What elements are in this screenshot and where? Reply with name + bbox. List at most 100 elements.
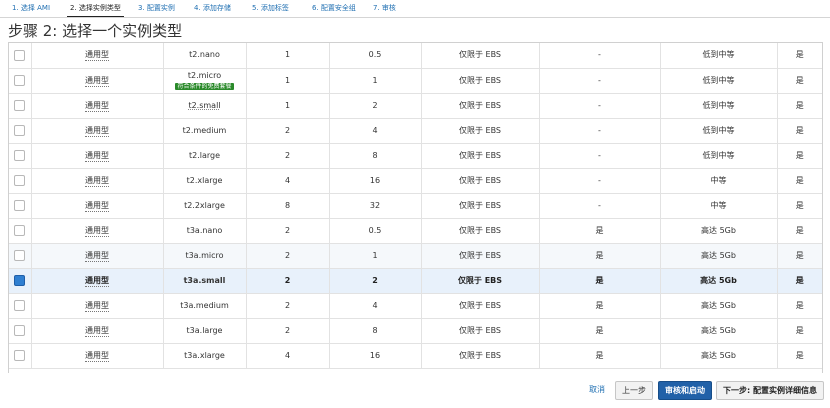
instance-storage: 仅限于 EBS: [458, 225, 502, 235]
table-row[interactable]: 通用型 t3a.medium 2 4 仅限于 EBS 是 高达 5Gb 是: [9, 293, 822, 319]
table-row[interactable]: 通用型 t3a.small 2 2 仅限于 EBS 是 高达 5Gb 是: [9, 268, 822, 294]
step-configure-security-group[interactable]: 6. 配置安全组: [312, 4, 356, 12]
instance-type: t2.xlarge: [186, 175, 223, 185]
table-row[interactable]: 通用型 t2.micro 符合条件的免费套餐 1 1 仅限于 EBS - 低到中等 是: [9, 68, 822, 94]
network-performance: 低到中等: [702, 150, 735, 160]
memory-gib: 2: [372, 100, 378, 110]
row-select-checkbox[interactable]: [14, 325, 26, 336]
ipv6-support: 是: [795, 125, 804, 135]
page-title: 步骤 2: 选择一个实例类型: [8, 22, 183, 40]
wizard-steps-nav: 1. 选择 AMI 2. 选择实例类型 3. 配置实例 4. 添加存储 5. 添…: [0, 0, 830, 18]
memory-gib: 16: [369, 175, 381, 185]
ebs-optimized: -: [598, 200, 601, 210]
vcpu-count: 2: [284, 250, 291, 260]
instance-storage: 仅限于 EBS: [458, 350, 502, 360]
instance-storage: 仅限于 EBS: [458, 175, 502, 185]
vcpu-count: 2: [284, 150, 291, 160]
instance-family: 通用型: [85, 225, 109, 237]
ipv6-support: 是: [795, 75, 804, 85]
network-performance: 中等: [710, 200, 727, 210]
step-choose-instance-type[interactable]: 2. 选择实例类型: [67, 4, 124, 17]
ipv6-support: 是: [795, 175, 804, 185]
row-select-checkbox[interactable]: [14, 75, 26, 86]
row-select-checkbox[interactable]: [14, 225, 26, 236]
previous-button[interactable]: 上一步: [615, 381, 653, 400]
network-performance: 高达 5Gb: [701, 250, 736, 260]
row-select-checkbox[interactable]: [14, 150, 26, 161]
instance-storage: 仅限于 EBS: [458, 50, 502, 60]
row-select-checkbox[interactable]: [14, 275, 26, 286]
ebs-optimized: 是: [595, 325, 604, 335]
row-select-checkbox[interactable]: [14, 300, 26, 311]
ebs-optimized: -: [598, 150, 601, 160]
instance-type: t3a.nano: [186, 225, 223, 235]
table-row[interactable]: 通用型 t2.large 2 8 仅限于 EBS - 低到中等 是: [9, 143, 822, 169]
memory-gib: 8: [372, 325, 378, 335]
ipv6-support: 是: [795, 250, 804, 260]
table-row[interactable]: 通用型 t2.xlarge 4 16 仅限于 EBS - 中等 是: [9, 168, 822, 194]
memory-gib: 8: [372, 150, 378, 160]
instance-storage: 仅限于 EBS: [458, 125, 502, 135]
row-select-checkbox[interactable]: [14, 125, 26, 136]
instance-family: 通用型: [85, 125, 109, 137]
instance-family: 通用型: [85, 100, 109, 112]
instance-family: 通用型: [85, 50, 109, 62]
instance-type: t2.micro: [187, 70, 222, 80]
instance-storage: 仅限于 EBS: [458, 200, 502, 210]
table-row[interactable]: 通用型 t2.2xlarge 8 32 仅限于 EBS - 中等 是: [9, 193, 822, 219]
cancel-button[interactable]: 取消: [584, 380, 610, 399]
ipv6-support: 是: [795, 50, 804, 60]
row-select-checkbox[interactable]: [14, 49, 26, 61]
step-review[interactable]: 7. 审核: [373, 4, 396, 12]
memory-gib: 16: [369, 350, 381, 360]
vcpu-count: 1: [284, 75, 291, 85]
instance-family: 通用型: [85, 350, 109, 362]
table-row[interactable]: 通用型 t3a.micro 2 1 仅限于 EBS 是 高达 5Gb 是: [9, 243, 822, 269]
next-configure-instance-button[interactable]: 下一步: 配置实例详细信息: [716, 381, 824, 400]
row-select-checkbox[interactable]: [14, 350, 26, 361]
vcpu-count: 2: [284, 125, 291, 135]
step-add-storage[interactable]: 4. 添加存储: [194, 4, 231, 12]
table-row[interactable]: 通用型 t3a.xlarge 4 16 仅限于 EBS 是 高达 5Gb 是: [9, 343, 822, 369]
review-and-launch-button[interactable]: 审核和启动: [658, 381, 712, 400]
network-performance: 高达 5Gb: [700, 275, 737, 285]
vcpu-count: 1: [284, 100, 291, 110]
table-row[interactable]: 通用型 t2.small 1 2 仅限于 EBS - 低到中等 是: [9, 93, 822, 119]
vcpu-count: 2: [284, 300, 291, 310]
memory-gib: 32: [369, 200, 381, 210]
vcpu-count: 2: [284, 225, 291, 235]
table-row[interactable]: 通用型 t2.medium 2 4 仅限于 EBS - 低到中等 是: [9, 118, 822, 144]
row-select-checkbox[interactable]: [14, 200, 26, 211]
network-performance: 高达 5Gb: [701, 325, 736, 335]
instance-storage: 仅限于 EBS: [458, 75, 502, 85]
ebs-optimized: -: [598, 175, 601, 185]
instance-type: t3a.medium: [180, 300, 229, 310]
instance-storage: 仅限于 EBS: [457, 275, 503, 285]
row-select-checkbox[interactable]: [14, 175, 26, 186]
step-configure-instance[interactable]: 3. 配置实例: [138, 4, 175, 12]
instance-type-table: 通用型 t2.nano 1 0.5 仅限于 EBS - 低到中等是通用型 t2.micro 符合…: [8, 42, 823, 373]
ipv6-support: 是: [795, 150, 804, 160]
free-tier-badge: 符合条件的免费套餐: [175, 82, 234, 90]
row-select-checkbox[interactable]: [14, 250, 26, 261]
instance-storage: 仅限于 EBS: [458, 100, 502, 110]
wizard-footer: 取消 上一步 审核和启动 下一步: 配置实例详细信息: [0, 376, 830, 408]
instance-type: t2.medium: [182, 125, 227, 135]
network-performance: 低到中等: [702, 50, 735, 60]
network-performance: 低到中等: [702, 100, 735, 110]
memory-gib: 1: [372, 250, 378, 260]
table-row[interactable]: 通用型 t3a.nano 2 0.5 仅限于 EBS 是 高达 5Gb 是: [9, 218, 822, 244]
table-row[interactable]: 通用型 t3a.large 2 8 仅限于 EBS 是 高达 5Gb 是: [9, 318, 822, 344]
vcpu-count: 1: [284, 50, 291, 60]
instance-family: 通用型: [85, 275, 109, 287]
step-add-tags[interactable]: 5. 添加标签: [252, 4, 289, 12]
ebs-optimized: -: [598, 50, 601, 60]
network-performance: 低到中等: [702, 75, 735, 85]
ebs-optimized: 是: [595, 225, 604, 235]
instance-type: t2.small: [188, 100, 221, 110]
table-row[interactable]: 通用型 t2.nano 1 0.5 仅限于 EBS - 低到中等 是: [9, 43, 822, 69]
ipv6-support: 是: [795, 200, 804, 210]
step-choose-ami[interactable]: 1. 选择 AMI: [12, 4, 50, 12]
row-select-checkbox[interactable]: [14, 100, 26, 111]
ebs-optimized: -: [598, 75, 601, 85]
